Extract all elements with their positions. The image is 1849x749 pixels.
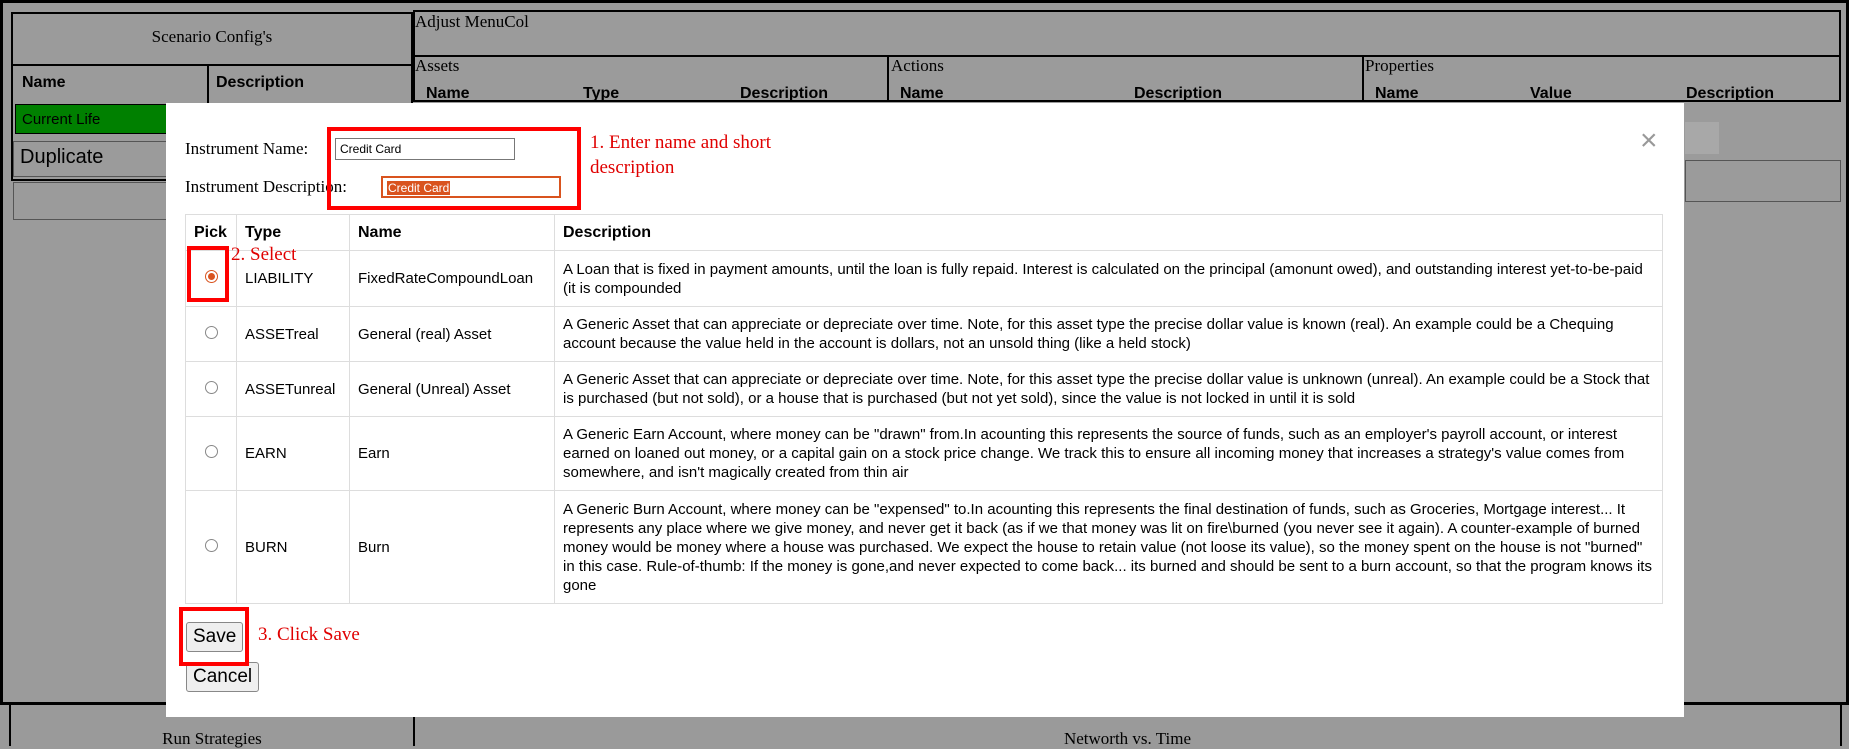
properties-divider [1362, 55, 1364, 102]
name-cell: Earn [349, 416, 555, 491]
assets-title: Assets [415, 56, 460, 75]
type-cell: ASSETreal [236, 306, 350, 362]
col-description: Description [554, 214, 1663, 251]
pick-cell [185, 306, 237, 362]
table-row[interactable]: ASSETunreal General (Unreal) Asset A Gen… [185, 361, 1663, 417]
bottom-right-border [1840, 705, 1842, 746]
properties-col-name: Name [1375, 85, 1419, 102]
type-cell: ASSETunreal [236, 361, 350, 417]
name-cell: Burn [349, 490, 555, 604]
description-cell: A Generic Asset that can appreciate or d… [554, 306, 1663, 362]
scenario-col-divider [207, 66, 209, 104]
name-cell: General (Unreal) Asset [349, 361, 555, 417]
run-strategies-title: Run Strategies [162, 729, 262, 748]
properties-title: Properties [1365, 56, 1434, 75]
properties-col-description: Description [1686, 85, 1775, 102]
type-cell: BURN [236, 490, 350, 604]
adjust-title: Adjust MenuCol [415, 12, 529, 31]
cancel-button[interactable]: Cancel [186, 662, 260, 692]
annotation-box-select [187, 246, 229, 302]
assets-col-type: Type [583, 85, 620, 102]
type-cell: EARN [236, 416, 350, 491]
scenario-col-name: Name [22, 74, 66, 91]
pick-cell [185, 490, 237, 604]
instrument-name-label: Instrument Name: [185, 139, 309, 158]
assets-col-name: Name [426, 85, 470, 102]
adjust-divider [413, 55, 1841, 57]
instrument-type-table: Pick Type Name Description LIABILITY Fix… [185, 214, 1663, 604]
actions-col-name: Name [900, 85, 944, 102]
pick-cell [185, 416, 237, 491]
table-header-row: Pick Type Name Description [185, 214, 1663, 251]
properties-lower-area [1685, 160, 1841, 202]
scenario-row-name: Current Life [22, 111, 101, 128]
actions-col-description: Description [1134, 85, 1223, 102]
scenario-col-description: Description [216, 74, 305, 91]
actions-title: Actions [891, 56, 944, 75]
annotation-step2: 2. Select [231, 244, 297, 265]
duplicate-button[interactable]: Duplicate [13, 141, 168, 177]
scenario-divider [11, 64, 413, 66]
name-cell: General (real) Asset [349, 306, 555, 362]
scenario-title: Scenario Config's [151, 27, 273, 46]
radio-earn[interactable] [204, 445, 218, 458]
properties-col-value: Value [1530, 85, 1572, 102]
description-cell: A Generic Burn Account, where money can … [554, 490, 1663, 604]
properties-row-input [1685, 122, 1719, 154]
name-cell: FixedRateCompoundLoan [349, 250, 555, 307]
actions-divider [887, 55, 889, 102]
description-cell: A Generic Earn Account, where money can … [554, 416, 1663, 491]
assets-col-description: Description [740, 85, 829, 102]
instrument-description-label: Instrument Description: [185, 177, 347, 196]
col-name: Name [349, 214, 555, 251]
radio-assetreal[interactable] [204, 325, 218, 339]
close-icon[interactable]: × [1640, 126, 1658, 156]
annotation-box-name-fields [327, 127, 581, 210]
annotation-box-save [179, 607, 249, 666]
table-row[interactable]: ASSETreal General (real) Asset A Generic… [185, 306, 1663, 362]
radio-burn[interactable] [204, 538, 218, 552]
networth-title: Networth vs. Time [1063, 729, 1192, 748]
description-cell: A Loan that is fixed in payment amounts,… [554, 250, 1663, 307]
annotation-step1: 1. Enter name and short description [590, 132, 771, 178]
description-cell: A Generic Asset that can appreciate or d… [554, 361, 1663, 417]
annotation-step3: 3. Click Save [258, 624, 360, 645]
table-row[interactable]: LIABILITY FixedRateCompoundLoan A Loan t… [185, 250, 1663, 307]
scenario-row-current[interactable]: Current Life [15, 104, 167, 134]
table-row[interactable]: EARN Earn A Generic Earn Account, where … [185, 416, 1663, 491]
pick-cell [185, 361, 237, 417]
table-row[interactable]: BURN Burn A Generic Burn Account, where … [185, 490, 1663, 604]
radio-assetunreal[interactable] [204, 380, 218, 394]
